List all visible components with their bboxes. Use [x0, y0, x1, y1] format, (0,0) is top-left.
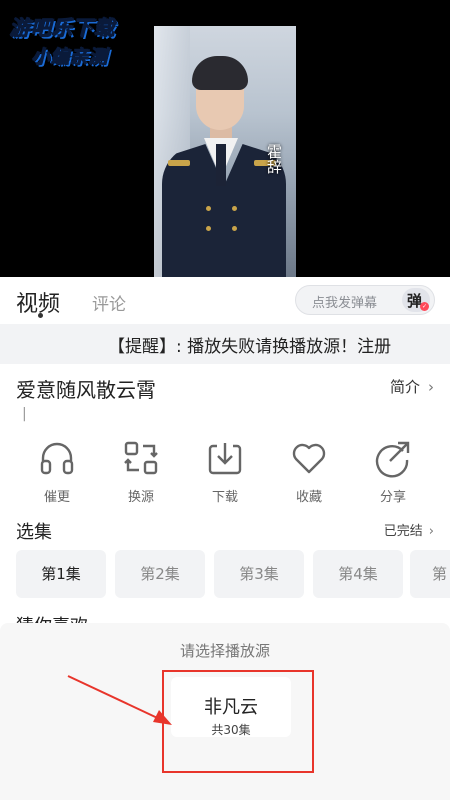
highlight-box	[162, 670, 314, 773]
sheet-title: 请选择播放源	[179, 642, 270, 660]
overlay-dim[interactable]	[0, 0, 450, 623]
